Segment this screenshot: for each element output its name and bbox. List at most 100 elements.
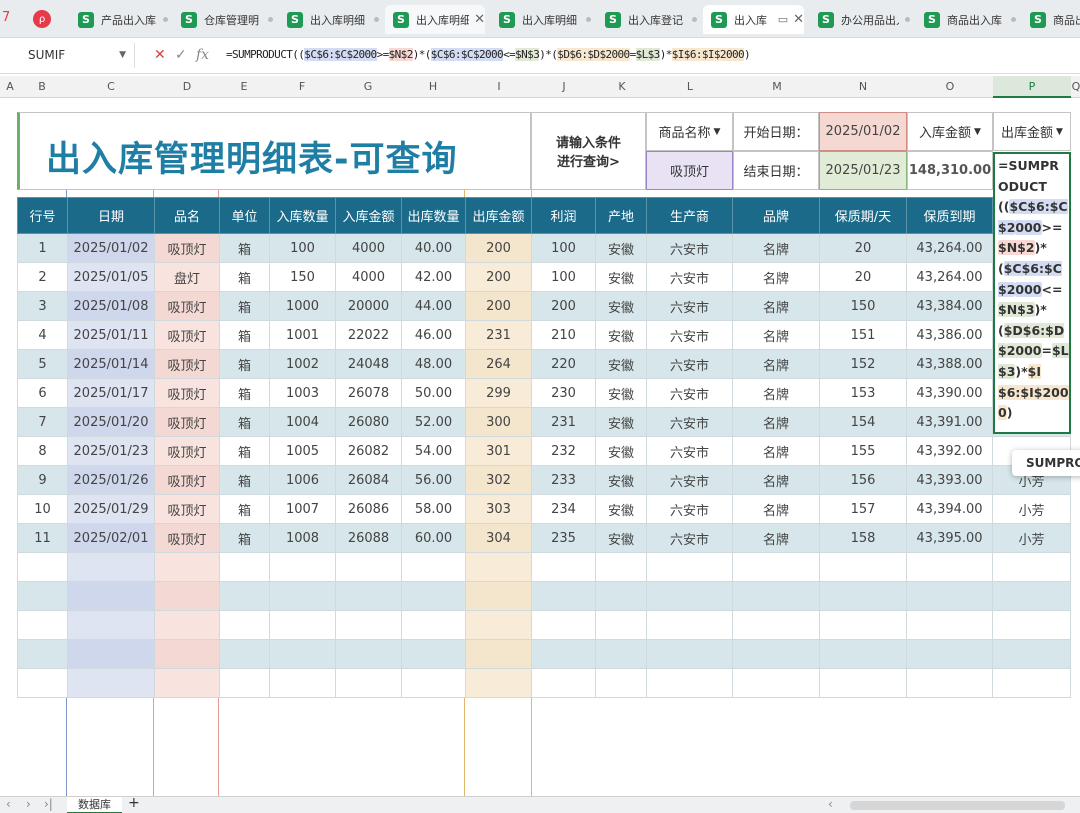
table-cell[interactable]: 43,384.00: [906, 291, 993, 321]
table-cell[interactable]: [906, 668, 993, 698]
table-cell[interactable]: [269, 610, 336, 640]
sheet-tab-database[interactable]: 数据库: [67, 797, 122, 813]
table-cell[interactable]: [335, 552, 402, 582]
table-cell[interactable]: 箱: [219, 494, 270, 524]
table-cell[interactable]: 48.00: [401, 349, 466, 379]
dropdown-icon[interactable]: ▼: [974, 127, 981, 137]
column-header-d[interactable]: D: [155, 76, 219, 98]
table-cell[interactable]: 150: [819, 291, 907, 321]
table-cell[interactable]: 六安市: [646, 494, 733, 524]
horizontal-scrollbar[interactable]: [850, 801, 1065, 810]
table-cell[interactable]: 箱: [219, 465, 270, 495]
start-date-input[interactable]: 2025/01/02: [819, 112, 907, 151]
in-amount-label[interactable]: 入库金额 ▼: [907, 112, 993, 151]
table-cell[interactable]: 5: [17, 349, 68, 379]
table-cell[interactable]: 小芳: [992, 494, 1071, 524]
table-cell[interactable]: [646, 581, 733, 611]
document-tab[interactable]: S 出入库 ▭ ✕: [703, 5, 804, 34]
table-cell[interactable]: [17, 668, 68, 698]
table-cell[interactable]: 安徽: [595, 233, 647, 263]
column-heading[interactable]: 生产商: [646, 197, 733, 234]
first-sheet-icon[interactable]: ‹: [6, 797, 11, 811]
active-cell-formula-editor[interactable]: =SUMPRODUCT(($C$6:$C$2000>=$N$2)*($C$6:$…: [993, 152, 1071, 434]
table-cell[interactable]: [992, 639, 1071, 669]
dropdown-icon[interactable]: ▼: [1056, 127, 1063, 137]
table-cell[interactable]: 9: [17, 465, 68, 495]
table-cell[interactable]: 8: [17, 436, 68, 466]
table-cell[interactable]: 吸顶灯: [154, 523, 220, 553]
table-cell[interactable]: 六安市: [646, 233, 733, 263]
table-cell[interactable]: [992, 552, 1071, 582]
table-cell[interactable]: 2025/02/01: [67, 523, 155, 553]
table-cell[interactable]: 52.00: [401, 407, 466, 437]
table-cell[interactable]: [819, 639, 907, 669]
end-date-input[interactable]: 2025/01/23: [819, 151, 907, 190]
table-cell[interactable]: 4: [17, 320, 68, 350]
table-cell[interactable]: 安徽: [595, 378, 647, 408]
table-cell[interactable]: 26086: [335, 494, 402, 524]
table-cell[interactable]: 1: [17, 233, 68, 263]
table-cell[interactable]: 26088: [335, 523, 402, 553]
table-cell[interactable]: 231: [465, 320, 532, 350]
table-cell[interactable]: 箱: [219, 523, 270, 553]
table-cell[interactable]: 210: [531, 320, 596, 350]
column-header-l[interactable]: L: [647, 76, 733, 98]
table-cell[interactable]: 六安市: [646, 291, 733, 321]
table-cell[interactable]: 安徽: [595, 349, 647, 379]
table-cell[interactable]: [595, 668, 647, 698]
table-cell[interactable]: [819, 668, 907, 698]
table-cell[interactable]: 235: [531, 523, 596, 553]
table-cell[interactable]: [335, 639, 402, 669]
table-cell[interactable]: 46.00: [401, 320, 466, 350]
table-cell[interactable]: [67, 668, 155, 698]
column-header-b[interactable]: B: [20, 76, 64, 98]
table-cell[interactable]: 60.00: [401, 523, 466, 553]
table-cell[interactable]: 58.00: [401, 494, 466, 524]
table-cell[interactable]: [154, 581, 220, 611]
table-cell[interactable]: 1005: [269, 436, 336, 466]
cancel-icon[interactable]: ✕: [154, 47, 166, 63]
close-icon[interactable]: ✕: [474, 12, 485, 27]
column-heading[interactable]: 品牌: [732, 197, 820, 234]
table-cell[interactable]: 3: [17, 291, 68, 321]
table-cell[interactable]: 盘灯: [154, 262, 220, 292]
table-cell[interactable]: [154, 552, 220, 582]
table-cell[interactable]: 安徽: [595, 494, 647, 524]
table-cell[interactable]: [819, 552, 907, 582]
table-cell[interactable]: [17, 581, 68, 611]
table-cell[interactable]: 43,392.00: [906, 436, 993, 466]
table-cell[interactable]: [17, 610, 68, 640]
table-cell[interactable]: [219, 668, 270, 698]
table-cell[interactable]: [154, 639, 220, 669]
column-heading[interactable]: 保质到期: [906, 197, 993, 234]
table-cell[interactable]: 44.00: [401, 291, 466, 321]
table-cell[interactable]: 1000: [269, 291, 336, 321]
column-header-m[interactable]: M: [734, 76, 820, 98]
table-cell[interactable]: 2025/01/11: [67, 320, 155, 350]
add-sheet-button[interactable]: +: [128, 795, 140, 811]
table-cell[interactable]: 43,386.00: [906, 320, 993, 350]
table-cell[interactable]: 六安市: [646, 436, 733, 466]
table-cell[interactable]: 1001: [269, 320, 336, 350]
table-cell[interactable]: [465, 581, 532, 611]
close-icon[interactable]: ✕: [793, 12, 804, 27]
table-cell[interactable]: 名牌: [732, 233, 820, 263]
table-cell[interactable]: 箱: [219, 436, 270, 466]
table-cell[interactable]: [401, 581, 466, 611]
table-cell[interactable]: 安徽: [595, 407, 647, 437]
table-cell[interactable]: [646, 639, 733, 669]
table-cell[interactable]: [732, 581, 820, 611]
table-cell[interactable]: 箱: [219, 233, 270, 263]
document-tab[interactable]: S 仓库管理明: [173, 5, 273, 34]
document-tab[interactable]: S 出入库明细: [491, 5, 591, 34]
table-cell[interactable]: 100: [531, 262, 596, 292]
table-cell[interactable]: 吸顶灯: [154, 291, 220, 321]
table-cell[interactable]: [906, 610, 993, 640]
product-name-label[interactable]: 商品名称 ▼: [646, 112, 733, 151]
table-cell[interactable]: 50.00: [401, 378, 466, 408]
table-cell[interactable]: 40.00: [401, 233, 466, 263]
table-cell[interactable]: 200: [531, 291, 596, 321]
table-cell[interactable]: 安徽: [595, 291, 647, 321]
table-cell[interactable]: 6: [17, 378, 68, 408]
table-cell[interactable]: 1002: [269, 349, 336, 379]
